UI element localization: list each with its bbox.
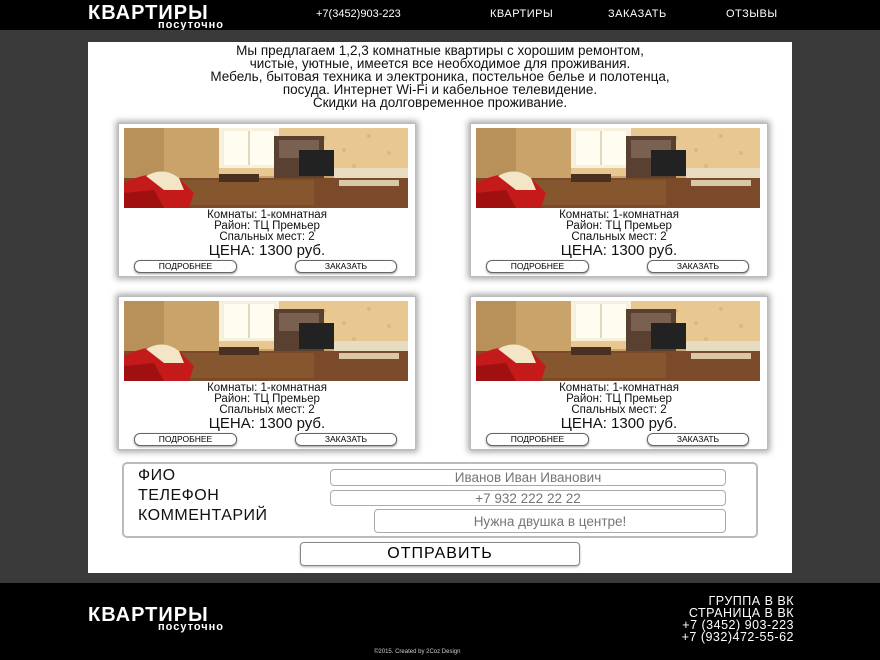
footer-logo[interactable]: КВАРТИРЫ посуточно: [88, 605, 224, 633]
phone-input[interactable]: [330, 490, 726, 506]
main-content: Мы предлагаем 1,2,3 комнатные квартиры с…: [88, 42, 792, 573]
apartment-price: ЦЕНА: 1300 руб.: [560, 242, 678, 259]
footer: КВАРТИРЫ посуточно ГРУППА В ВК СТРАНИЦА …: [0, 583, 880, 660]
comment-input[interactable]: [374, 509, 726, 533]
booking-form: ФИО ТЕЛЕФОН КОММЕНТАРИЙ: [122, 462, 758, 538]
details-button[interactable]: ПОДРОБНЕЕ: [134, 260, 237, 273]
apartment-info: Комнаты: 1-комнатная Район: ТЦ Премьер С…: [471, 209, 767, 259]
site-logo[interactable]: КВАРТИРЫ посуточно: [88, 3, 224, 31]
submit-button[interactable]: ОТПРАВИТЬ: [300, 542, 580, 566]
intro-line: Скидки на долговременное проживание.: [312, 95, 568, 110]
order-button[interactable]: ЗАКАЗАТЬ: [647, 433, 749, 446]
details-button[interactable]: ПОДРОБНЕЕ: [134, 433, 237, 446]
apartment-info: Комнаты: 1-комнатная Район: ТЦ Премьер С…: [471, 382, 767, 432]
nav-order[interactable]: ЗАКАЗАТЬ: [608, 8, 667, 20]
order-button[interactable]: ЗАКАЗАТЬ: [647, 260, 749, 273]
name-label: ФИО: [138, 467, 176, 484]
apartment-card: Комнаты: 1-комнатная Район: ТЦ Премьер С…: [118, 296, 416, 450]
apartment-photo[interactable]: [476, 301, 760, 381]
apartment-photo[interactable]: [124, 128, 408, 208]
apartment-price: ЦЕНА: 1300 руб.: [208, 242, 326, 259]
order-button[interactable]: ЗАКАЗАТЬ: [295, 260, 397, 273]
nav-reviews[interactable]: ОТЗЫВЫ: [726, 8, 778, 20]
details-button[interactable]: ПОДРОБНЕЕ: [486, 433, 589, 446]
apartment-card: Комнаты: 1-комнатная Район: ТЦ Премьер С…: [118, 123, 416, 277]
footer-contacts: ГРУППА В ВК СТРАНИЦА В ВК +7 (3452) 903-…: [681, 595, 794, 644]
top-bar: КВАРТИРЫ посуточно +7(3452)903-223 КВАРТ…: [0, 0, 880, 31]
apartment-info: Комнаты: 1-комнатная Район: ТЦ Премьер С…: [119, 382, 415, 432]
apartment-price: ЦЕНА: 1300 руб.: [208, 415, 326, 432]
apartment-card: Комнаты: 1-комнатная Район: ТЦ Премьер С…: [470, 296, 768, 450]
footer-logo-subtitle: посуточно: [158, 621, 225, 633]
apartment-info: Комнаты: 1-комнатная Район: ТЦ Премьер С…: [119, 209, 415, 259]
footer-phone-2: +7 (932)472-55-62: [681, 630, 794, 644]
phone-label: ТЕЛЕФОН: [138, 487, 220, 504]
header-phone: +7(3452)903-223: [316, 8, 401, 20]
apartment-price: ЦЕНА: 1300 руб.: [560, 415, 678, 432]
comment-label: КОММЕНТАРИЙ: [138, 507, 268, 524]
name-input[interactable]: [330, 469, 726, 486]
intro-text: Мы предлагаем 1,2,3 комнатные квартиры с…: [88, 44, 792, 110]
copyright: ©2015. Created by 2Coz Design: [374, 649, 461, 655]
apartment-card: Комнаты: 1-комнатная Район: ТЦ Премьер С…: [470, 123, 768, 277]
apartment-photo[interactable]: [124, 301, 408, 381]
order-button[interactable]: ЗАКАЗАТЬ: [295, 433, 397, 446]
apartment-photo[interactable]: [476, 128, 760, 208]
header-spacer: [0, 30, 880, 42]
details-button[interactable]: ПОДРОБНЕЕ: [486, 260, 589, 273]
nav-apartments[interactable]: КВАРТИРЫ: [490, 8, 553, 20]
